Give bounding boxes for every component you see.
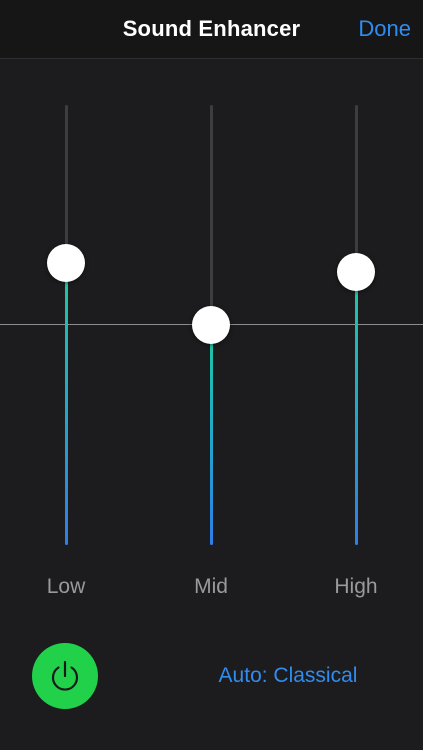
done-button[interactable]: Done (358, 16, 411, 42)
power-icon (51, 660, 79, 691)
slider-fill (210, 325, 213, 545)
power-button[interactable] (32, 643, 98, 709)
slider-fill (65, 263, 68, 545)
band-label-mid: Mid (194, 575, 228, 598)
slider-knob-low[interactable] (47, 244, 85, 283)
slider-knob-mid[interactable] (192, 306, 230, 344)
slider-fill (355, 272, 358, 545)
navigation-bar: Sound Enhancer Done (0, 0, 423, 59)
band-label-high: High (334, 575, 378, 598)
band-low: Low (36, 59, 96, 619)
band-label-low: Low (46, 575, 86, 598)
band-mid: Mid (181, 59, 241, 619)
slider-knob-high[interactable] (337, 253, 375, 292)
auto-preset-button[interactable]: Auto: Classical (190, 664, 386, 688)
band-high: High (326, 59, 386, 619)
